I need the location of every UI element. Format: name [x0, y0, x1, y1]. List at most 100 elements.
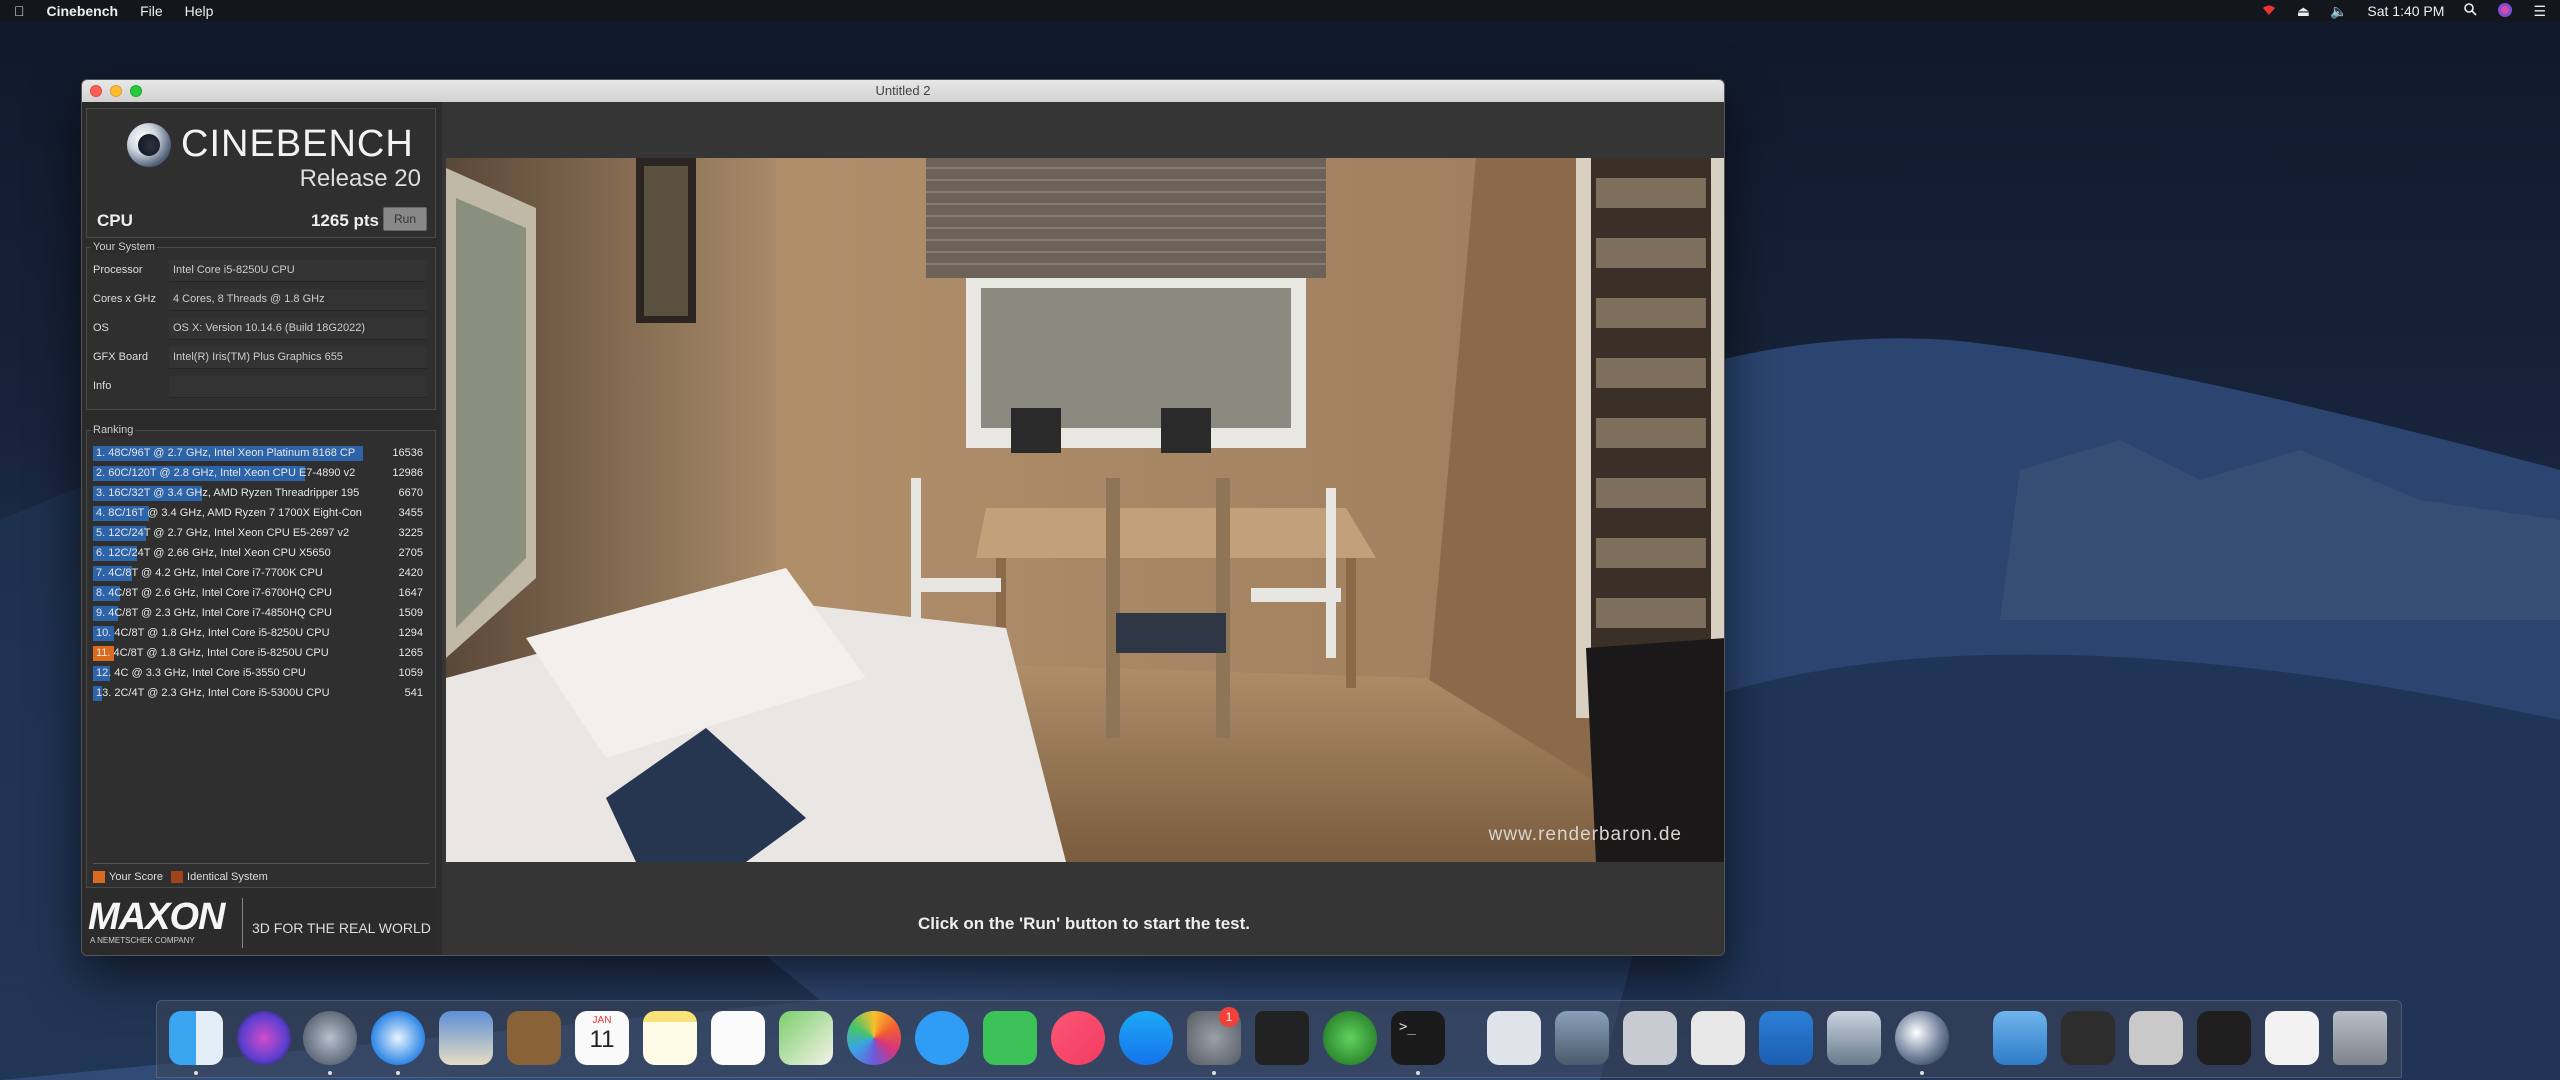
wifi-icon[interactable]: [2261, 3, 2277, 19]
minimized-window-2[interactable]: [2129, 1011, 2183, 1065]
ranking-legend: Ranking: [91, 424, 136, 436]
calendar-icon[interactable]: JAN 11: [575, 1011, 629, 1065]
calendar-day: 11: [589, 1026, 615, 1053]
photos-icon[interactable]: [847, 1011, 901, 1065]
siri-dock-icon[interactable]: [237, 1011, 291, 1065]
music-icon[interactable]: [1051, 1011, 1105, 1065]
identical-system-swatch: [171, 871, 184, 883]
left-panel: CINEBENCH Release 20 CPU 1265 pts Run Yo…: [82, 102, 437, 955]
volume-icon[interactable]: 🔈: [2330, 3, 2347, 20]
window-titlebar: Untitled 2: [82, 80, 1724, 102]
render-watermark: www.renderbaron.de: [1488, 824, 1682, 845]
menu-help[interactable]: Help: [185, 3, 214, 19]
terminal-icon[interactable]: >_: [1391, 1011, 1445, 1075]
run-button[interactable]: Run: [383, 207, 427, 231]
ranking-label: 7. 4C/8T @ 4.2 GHz, Intel Core i7-7700K …: [96, 567, 323, 579]
window-title: Untitled 2: [875, 83, 931, 98]
app-store-icon[interactable]: [1119, 1011, 1173, 1065]
ranking-row[interactable]: 7. 4C/8T @ 4.2 GHz, Intel Core i7-7700K …: [93, 565, 429, 582]
ranking-panel: Ranking 1. 48C/96T @ 2.7 GHz, Intel Xeon…: [86, 424, 436, 888]
menu-file[interactable]: File: [140, 3, 163, 19]
ranking-score: 3455: [398, 507, 423, 519]
render-area: www.renderbaron.de Click on the 'Run' bu…: [442, 102, 1724, 955]
minimized-window-4[interactable]: [2265, 1011, 2319, 1065]
update-badge: 1: [1219, 1007, 1239, 1027]
eject-icon[interactable]: ⏏: [2297, 3, 2310, 20]
system-key: OS: [93, 322, 109, 334]
ranking-score: 12986: [392, 467, 423, 479]
ranking-label: 9. 4C/8T @ 2.3 GHz, Intel Core i7-4850HQ…: [96, 607, 332, 619]
ranking-row[interactable]: 12. 4C @ 3.3 GHz, Intel Core i5-3550 CPU…: [93, 665, 429, 682]
preview-icon[interactable]: [1827, 1011, 1881, 1065]
maps-icon[interactable]: [779, 1011, 833, 1065]
pen-tool-icon[interactable]: [1255, 1011, 1309, 1065]
script-editor-icon[interactable]: [1487, 1011, 1541, 1065]
maxon-branding: MAXON A NEMETSCHEK COMPANY 3D FOR THE RE…: [86, 892, 436, 952]
ranking-row[interactable]: 10. 4C/8T @ 1.8 GHz, Intel Core i5-8250U…: [93, 625, 429, 642]
ranking-row[interactable]: 8. 4C/8T @ 2.6 GHz, Intel Core i7-6700HQ…: [93, 585, 429, 602]
ranking-row[interactable]: 4. 8C/16T @ 3.4 GHz, AMD Ryzen 7 1700X E…: [93, 505, 429, 522]
system-value[interactable]: Intel(R) Iris(TM) Plus Graphics 655: [169, 347, 427, 369]
messages-icon[interactable]: [915, 1011, 969, 1065]
your-score-swatch: [93, 871, 105, 883]
minimized-window-3[interactable]: [2197, 1011, 2251, 1065]
calendar-month: JAN: [592, 1015, 612, 1026]
contacts-icon[interactable]: [507, 1011, 561, 1065]
maxon-subtitle: A NEMETSCHEK COMPANY: [90, 936, 195, 945]
cinebench-logo-icon: [127, 123, 171, 167]
ranking-row[interactable]: 9. 4C/8T @ 2.3 GHz, Intel Core i7-4850HQ…: [93, 605, 429, 622]
notes-icon[interactable]: [643, 1011, 697, 1065]
dock: JAN 11 1 >_: [156, 1000, 2402, 1078]
ranking-label: 8. 4C/8T @ 2.6 GHz, Intel Core i7-6700HQ…: [96, 587, 332, 599]
search-icon[interactable]: [2464, 3, 2478, 19]
apple-menu-icon[interactable]: : [14, 3, 25, 19]
ranking-row[interactable]: 3. 16C/32T @ 3.4 GHz, AMD Ryzen Threadri…: [93, 485, 429, 502]
system-key: Cores x GHz: [93, 293, 156, 305]
downloads-folder-icon[interactable]: [1993, 1011, 2047, 1065]
ranking-row[interactable]: 5. 12C/24T @ 2.7 GHz, Intel Xeon CPU E5-…: [93, 525, 429, 542]
app-release: Release 20: [299, 165, 421, 192]
utilities-icon[interactable]: [1555, 1011, 1609, 1065]
trash-icon[interactable]: [2333, 1011, 2387, 1065]
keychain-icon[interactable]: [1623, 1011, 1677, 1065]
minimized-window-1[interactable]: [2061, 1011, 2115, 1065]
system-value[interactable]: Intel Core i5-8250U CPU: [169, 260, 427, 282]
zoom-button[interactable]: [130, 85, 142, 97]
ranking-row[interactable]: 1. 48C/96T @ 2.7 GHz, Intel Xeon Platinu…: [93, 445, 429, 462]
ranking-row[interactable]: 13. 2C/4T @ 2.3 GHz, Intel Core i5-5300U…: [93, 685, 429, 702]
maxon-logo: MAXON: [88, 896, 225, 938]
reminders-icon[interactable]: [711, 1011, 765, 1065]
system-value[interactable]: OS X: Version 10.14.6 (Build 18G2022): [169, 318, 427, 340]
installer-icon[interactable]: [1691, 1011, 1745, 1065]
system-value[interactable]: 4 Cores, 8 Threads @ 1.8 GHz: [169, 289, 427, 311]
ranking-score: 1059: [398, 667, 423, 679]
activity-monitor-icon[interactable]: [1759, 1011, 1813, 1065]
ranking-score: 1509: [398, 607, 423, 619]
launchpad-icon[interactable]: [303, 1011, 357, 1075]
ranking-score: 1647: [398, 587, 423, 599]
minimize-button[interactable]: [110, 85, 122, 97]
ranking-score: 16536: [392, 447, 423, 459]
ranking-row[interactable]: 2. 60C/120T @ 2.8 GHz, Intel Xeon CPU E7…: [93, 465, 429, 482]
ranking-score: 2705: [398, 547, 423, 559]
finder-icon[interactable]: [169, 1011, 223, 1075]
mail-icon[interactable]: [439, 1011, 493, 1065]
notification-center-icon[interactable]: ☰: [2533, 3, 2546, 20]
ranking-row[interactable]: 11. 4C/8T @ 1.8 GHz, Intel Core i5-8250U…: [93, 645, 429, 662]
ranking-label: 6. 12C/24T @ 2.66 GHz, Intel Xeon CPU X5…: [96, 547, 331, 559]
ranking-row[interactable]: 6. 12C/24T @ 2.66 GHz, Intel Xeon CPU X5…: [93, 545, 429, 562]
ranking-label: 13. 2C/4T @ 2.3 GHz, Intel Core i5-5300U…: [96, 687, 330, 699]
siri-icon[interactable]: [2497, 2, 2513, 21]
ranking-label: 11. 4C/8T @ 1.8 GHz, Intel Core i5-8250U…: [96, 647, 329, 659]
virus-scanner-icon[interactable]: [1323, 1011, 1377, 1065]
menu-app-name[interactable]: Cinebench: [47, 3, 119, 19]
ranking-label: 4. 8C/16T @ 3.4 GHz, AMD Ryzen 7 1700X E…: [96, 507, 362, 519]
your-score-label: Your Score: [109, 871, 164, 883]
cinebench-dock-icon[interactable]: [1895, 1011, 1949, 1075]
close-button[interactable]: [90, 85, 102, 97]
safari-icon[interactable]: [371, 1011, 425, 1075]
system-value[interactable]: [169, 376, 427, 398]
facetime-icon[interactable]: [983, 1011, 1037, 1065]
clock[interactable]: Sat 1:40 PM: [2367, 3, 2444, 19]
system-row-os: OS OS X: Version 10.14.6 (Build 18G2022): [93, 318, 429, 340]
